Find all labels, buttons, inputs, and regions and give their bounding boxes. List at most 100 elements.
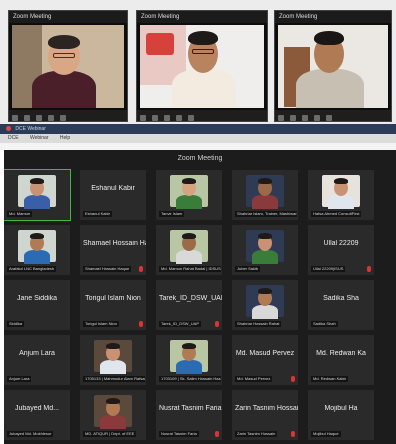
participant-name-tag: Arafatul LNC Bangladesh — [7, 266, 57, 272]
participant-video — [246, 230, 284, 264]
participant-tile[interactable]: Shahriar Hossain Rahat — [232, 280, 298, 330]
panel-toolbar — [9, 110, 127, 121]
participant-tile[interactable]: Shahriar Islam, Trainer, Mashiwari P... — [232, 170, 298, 220]
participant-tile[interactable]: Juber Sakib — [232, 225, 298, 275]
video-feed — [12, 25, 124, 108]
panel-toolbar — [275, 110, 391, 121]
participant-name: Md. Redwan Ka — [316, 350, 366, 357]
participant-tile[interactable]: Mojibul Ha Mojibul Haque — [308, 390, 374, 440]
participant-tile[interactable]: Sadika Sha Sadika Shah — [308, 280, 374, 330]
participant-name-tag: Md. Redwan Kabir — [311, 376, 348, 382]
participant-video — [170, 340, 208, 374]
video-panel-2[interactable]: Zoom Meeting — [136, 10, 268, 122]
participant-name-tag: Tarek_ID_DSW_UAP — [159, 321, 202, 327]
muted-mic-icon — [215, 431, 219, 437]
menu-item[interactable]: Help — [60, 135, 70, 141]
participant-name: Jane Siddika — [16, 295, 58, 302]
participant-name-tag: Shahriar Hossain Rahat — [235, 321, 282, 327]
participant-name-tag: Eshanul Kabir — [83, 211, 112, 217]
participant-tile[interactable]: Md. Masud Pervez Md. Masud Pervez — [232, 335, 298, 385]
participant-name-tag: Ullal 22209|ISUS — [311, 266, 346, 272]
participant-tile[interactable]: 1703109 | Sk. Salim Hossain Hazari — [156, 335, 222, 385]
panel-title: Zoom Meeting — [137, 11, 267, 23]
participant-name-tag: 1703109 | Sk. Salim Hossain Hazari — [159, 376, 221, 382]
participant-tile[interactable]: Md. Redwan Ka Md. Redwan Kabir — [308, 335, 374, 385]
participant-video — [170, 230, 208, 264]
panel-title: Zoom Meeting — [9, 11, 127, 23]
participant-name: Jubayed Md... — [15, 405, 59, 412]
participant-name-tag: Torigul Islam Nion — [83, 321, 119, 327]
participant-tile[interactable]: Eshanul Kabir Eshanul Kabir — [80, 170, 146, 220]
top-screenshot: Zoom Meeting Zoom Meeting Zoom Meeting D… — [0, 0, 396, 150]
zoom-gallery-view: Zoom Meeting Md. Mamun Eshanul Kabir Eshan… — [4, 150, 396, 444]
participant-tile[interactable]: Jubayed Md... Jubayed Md. Mokhlesur — [4, 390, 70, 440]
participant-name-tag: 1705133 | Mahmudur Alam Rafsan — [83, 376, 145, 382]
participant-tile[interactable]: MD. ATIQUR | Dept. of EEE — [80, 390, 146, 440]
participant-tile[interactable]: Jane Siddika Siddika — [4, 280, 70, 330]
participant-name-tag: Shahriar Islam, Trainer, Mashiwari P... — [235, 211, 297, 217]
participant-name-tag: Shamael Hossain Haque — [83, 266, 132, 272]
participant-name-tag: MD. ATIQUR | Dept. of EEE — [83, 431, 137, 437]
participant-video — [94, 395, 132, 429]
participant-video — [18, 230, 56, 264]
participant-name: Mojibul Ha — [324, 405, 358, 412]
participant-name-tag: Sadika Shah — [311, 321, 338, 327]
participant-tile[interactable]: Tarek_ID_DSW_UAP Tarek_ID_DSW_UAP — [156, 280, 222, 330]
participant-tile[interactable]: Hafsa Ahmed ConsultFirst — [308, 170, 374, 220]
participant-video — [170, 175, 208, 209]
participant-tile[interactable]: Ullal 22209 Ullal 22209|ISUS — [308, 225, 374, 275]
muted-mic-icon — [215, 321, 219, 327]
participant-name-tag: Jubayed Md. Mokhlesur — [7, 431, 54, 437]
participant-video — [94, 340, 132, 374]
participant-name: Torigul Islam Nion — [85, 295, 141, 302]
participant-name: Anjum Lara — [19, 350, 55, 357]
participant-name-tag: Hafsa Ahmed ConsultFirst — [311, 211, 362, 217]
participant-tile[interactable]: Zarin Tasnim Hossain Zarin Tasnim Hossain — [232, 390, 298, 440]
muted-mic-icon — [367, 266, 371, 272]
muted-mic-icon — [139, 266, 143, 272]
participant-name-tag: Md. Mamun Rahat Badal | IDSUS — [159, 266, 221, 272]
participant-name: Sadika Sha — [323, 295, 359, 302]
participant-tile[interactable]: Arafatul LNC Bangladesh — [4, 225, 70, 275]
meeting-title: Zoom Meeting — [177, 155, 223, 162]
participant-tile[interactable]: Torigul Islam Nion Torigul Islam Nion — [80, 280, 146, 330]
participant-name-tag: Juber Sakib — [235, 266, 261, 272]
participant-name-tag: Md. Masud Pervez — [235, 376, 273, 382]
menu-item[interactable]: Webinar — [30, 135, 49, 141]
video-feed — [278, 25, 388, 108]
menu-bar: DCE Webinar Help — [0, 134, 396, 143]
participant-tile[interactable]: 1705133 | Mahmudur Alam Rafsan — [80, 335, 146, 385]
panel-title: Zoom Meeting — [275, 11, 391, 23]
browser-tab-title[interactable]: DCE Webinar — [15, 126, 45, 132]
participant-tile[interactable]: Md. Mamun Rahat Badal | IDSUS — [156, 225, 222, 275]
record-icon — [6, 126, 11, 132]
participant-tile[interactable]: Md. Mamun — [4, 169, 71, 221]
video-panel-1[interactable]: Zoom Meeting — [8, 10, 128, 122]
participant-name-tag: Mojibul Haque — [311, 431, 341, 437]
muted-mic-icon — [291, 376, 295, 382]
browser-tab-bar[interactable]: DCE Webinar — [0, 124, 396, 134]
participant-name: Shamael Hossain Ha... — [83, 240, 146, 247]
participant-video — [246, 175, 284, 209]
participant-video — [246, 285, 284, 319]
muted-mic-icon — [291, 431, 295, 437]
participant-video — [18, 175, 56, 209]
participant-name: Eshanul Kabir — [91, 185, 135, 192]
panel-toolbar — [137, 110, 267, 121]
divider — [0, 143, 396, 150]
participant-name-tag: Siddika — [7, 321, 25, 327]
participant-name: Zarin Tasnim Hossain — [235, 405, 298, 412]
participant-name-tag: Zarin Tasnim Hossain — [235, 431, 278, 437]
participant-name-tag: Nusrat Tasnim Faria — [159, 431, 199, 437]
participant-tile[interactable]: Shamael Hossain Ha... Shamael Hossain Haq… — [80, 225, 146, 275]
participant-tile[interactable]: Anjum Lara Anjum Lara — [4, 335, 70, 385]
muted-mic-icon — [139, 321, 143, 327]
participant-tile[interactable]: Nusrat Tasnim Faria Nusrat Tasnim Faria — [156, 390, 222, 440]
participant-name-tag: Anjum Lara — [7, 376, 32, 382]
participant-name: Tarek_ID_DSW_UAP — [159, 295, 222, 302]
video-panel-3[interactable]: Zoom Meeting — [274, 10, 392, 122]
participant-tile[interactable]: Tanvir Islam — [156, 170, 222, 220]
participant-name: Nusrat Tasnim Faria — [159, 405, 222, 412]
menu-item[interactable]: DCE — [8, 135, 19, 141]
participant-video — [322, 175, 360, 209]
